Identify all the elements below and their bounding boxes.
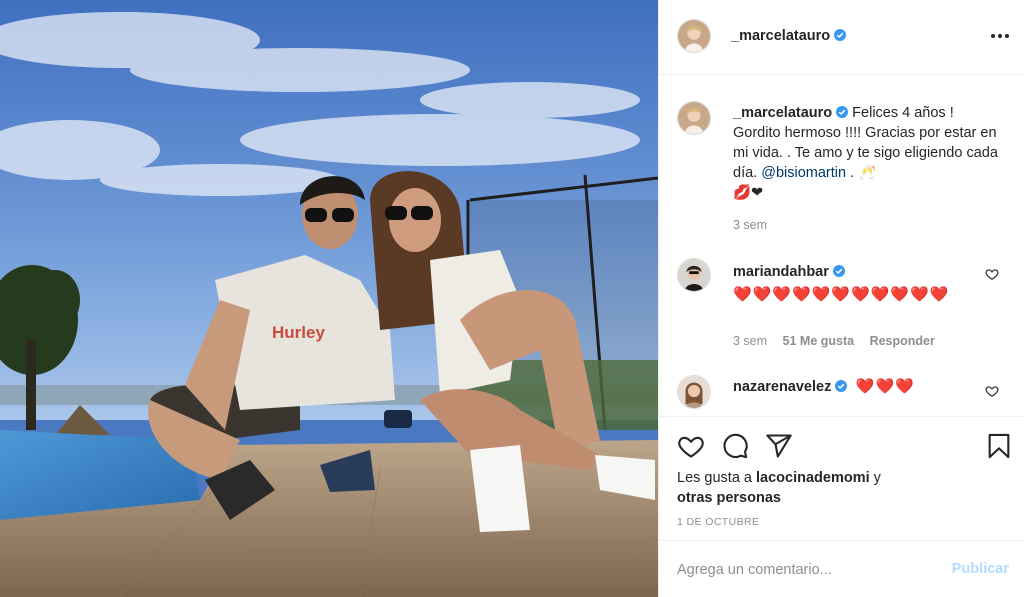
post-photo[interactable]: Hurley (0, 0, 658, 597)
comment: nazarenavelez ❤️❤️❤️ (733, 376, 973, 398)
post-header: _marcelatauro (659, 0, 1024, 75)
comment-text: ❤️❤️❤️ (855, 378, 915, 395)
comment-likes[interactable]: 51 Me gusta (783, 334, 855, 348)
more-options-icon[interactable] (989, 25, 1011, 47)
comment-time[interactable]: 3 sem (733, 334, 767, 348)
publish-button[interactable]: Publicar (952, 561, 1009, 577)
caption-time[interactable]: 3 sem (733, 218, 767, 232)
verified-badge-icon (835, 380, 848, 392)
bookmark-icon[interactable] (985, 432, 1013, 460)
comment-text: ❤️❤️❤️❤️❤️❤️❤️❤️❤️❤️❤️ (733, 286, 950, 303)
comment-username[interactable]: mariandahbar (733, 264, 829, 280)
likes-summary: Les gusta a lacocinademomi y otras perso… (677, 468, 881, 508)
caption-text-end: . 🥂 (850, 165, 877, 181)
comment-input[interactable] (677, 559, 927, 581)
comment: mariandahbar ❤️❤️❤️❤️❤️❤️❤️❤️❤️❤️❤️ (733, 261, 973, 305)
comment-like-heart-icon[interactable] (985, 267, 999, 281)
verified-badge-icon (834, 29, 847, 41)
caption-mention-link[interactable]: @bisiomartin (761, 165, 846, 181)
comment-username[interactable]: nazarenavelez (733, 379, 831, 395)
post-date[interactable]: 1 DE OCTUBRE (677, 516, 759, 528)
comment-avatar[interactable] (677, 258, 711, 292)
verified-badge-icon (832, 265, 845, 277)
add-comment-bar: Publicar (659, 540, 1024, 597)
caption-avatar[interactable] (677, 101, 711, 135)
comment-avatar[interactable] (677, 375, 711, 409)
caption-username[interactable]: _marcelatauro (733, 105, 832, 121)
caption: _marcelatauro Felices 4 años ! Gordito h… (733, 103, 1003, 203)
caption-emoji-line: 💋❤ (733, 185, 764, 201)
post-image: Hurley (0, 0, 658, 597)
post-actions: Les gusta a lacocinademomi y otras perso… (659, 416, 1024, 540)
author-username[interactable]: _marcelatauro (731, 28, 830, 44)
comment-icon[interactable] (721, 432, 749, 460)
comments-section[interactable]: _marcelatauro Felices 4 años ! Gordito h… (659, 76, 1024, 416)
post-sidebar: _marcelatauro _marcelatauro Felices 4 añ… (658, 0, 1024, 597)
verified-badge-icon (836, 106, 849, 118)
likes-conjunction: y (873, 470, 881, 486)
share-icon[interactable] (765, 432, 793, 460)
comment-like-heart-icon[interactable] (985, 384, 999, 398)
reply-button[interactable]: Responder (870, 334, 935, 348)
likes-others-link[interactable]: otras personas (677, 490, 781, 506)
liker-username[interactable]: lacocinademomi (756, 470, 870, 486)
shirt-print: Hurley (272, 323, 325, 342)
comment-meta: 3 sem 51 Me gusta Responder (733, 334, 935, 348)
heart-icon[interactable] (677, 432, 705, 460)
author-avatar[interactable] (677, 19, 711, 53)
likes-prefix: Les gusta a (677, 470, 752, 486)
